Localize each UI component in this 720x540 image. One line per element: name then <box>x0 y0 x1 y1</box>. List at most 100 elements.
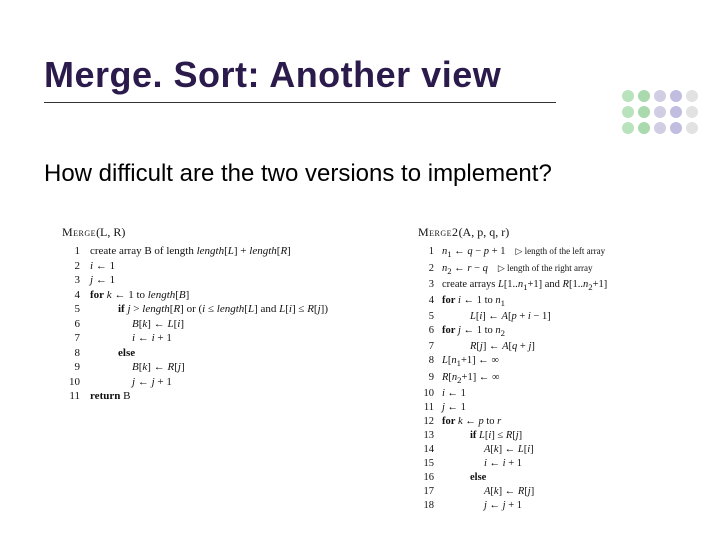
pseudocode-line: 1 create array B of length length[L] + le… <box>62 244 392 259</box>
line-code: i ← 1 <box>442 387 466 401</box>
algorithm-name: Merge <box>62 225 96 239</box>
line-code: create arrays L[1..n1+1] and R[1..n2+1] <box>442 278 607 294</box>
line-number: 17 <box>418 485 434 499</box>
algorithm-merge: Merge(L, R) 1 create array B of length le… <box>62 225 392 404</box>
line-code: for k ← p to r <box>442 415 501 429</box>
pseudocode-line: 5 L[i] ← A[p + i − 1] <box>418 310 708 324</box>
line-number: 12 <box>418 415 434 429</box>
pseudocode-line: 10 i ← 1 <box>418 387 708 401</box>
line-code: B[k] ← L[i] <box>90 317 184 332</box>
line-number: 16 <box>418 471 434 485</box>
line-code: i ← i + 1 <box>442 457 522 471</box>
pseudocode-line: 5 if j > length[R] or (i ≤ length[L] and … <box>62 302 392 317</box>
line-number: 6 <box>62 317 80 332</box>
pseudocode-line: 18 j ← j + 1 <box>418 499 708 513</box>
pseudocode-line: 9 B[k] ← R[j] <box>62 360 392 375</box>
line-code: for i ← 1 to n1 <box>442 294 505 310</box>
line-number: 9 <box>62 360 80 375</box>
line-number: 10 <box>62 375 80 390</box>
pseudocode-line: 8 L[n1+1] ← ∞ <box>418 354 708 370</box>
pseudocode-line: 11 return B <box>62 389 392 404</box>
algorithm-merge2-body: 1n1 ← q − p + 1▷ length of the left arra… <box>418 244 708 513</box>
pseudocode-line: 7 i ← i + 1 <box>62 331 392 346</box>
pseudocode-line: 11 j ← 1 <box>418 401 708 415</box>
line-code: B[k] ← R[j] <box>90 360 185 375</box>
line-number: 11 <box>418 401 434 415</box>
line-number: 13 <box>418 429 434 443</box>
line-number: 7 <box>418 340 434 354</box>
line-code: j ← 1 <box>90 273 115 288</box>
line-code: else <box>442 471 486 485</box>
line-number: 5 <box>62 302 80 317</box>
line-code: A[k] ← R[j] <box>442 485 534 499</box>
line-number: 7 <box>62 331 80 346</box>
line-code: j ← 1 <box>442 401 466 415</box>
line-code: if L[i] ≤ R[j] <box>442 429 522 443</box>
line-number: 5 <box>418 310 434 324</box>
pseudocode-line: 2 n2 ← r − q ▷ length of the right array <box>418 261 708 278</box>
pseudocode-line: 1n1 ← q − p + 1▷ length of the left arra… <box>418 244 708 261</box>
pseudocode-line: 4 for i ← 1 to n1 <box>418 294 708 310</box>
pseudocode-line: 16 else <box>418 471 708 485</box>
pseudocode-line: 14A[k] ← L[i] <box>418 443 708 457</box>
decorative-dots <box>620 88 700 136</box>
pseudocode-line: 6 B[k] ← L[i] <box>62 317 392 332</box>
title-underline <box>44 102 556 103</box>
slide-title: Merge. Sort: Another view <box>44 54 501 96</box>
algorithm-merge2-header: Merge2(A, p, q, r) <box>418 225 708 240</box>
line-number: 8 <box>62 346 80 361</box>
pseudocode-line: 7R[j] ← A[q + j] <box>418 340 708 354</box>
line-number: 1 <box>62 244 80 259</box>
slide-subtitle: How difficult are the two versions to im… <box>44 160 552 188</box>
line-code: if j > length[R] or (i ≤ length[L] and L… <box>90 302 328 317</box>
pseudocode-line: 13 if L[i] ≤ R[j] <box>418 429 708 443</box>
algorithm-merge2: Merge2(A, p, q, r) 1 n1 ← q − p + 1▷ leng… <box>418 225 708 513</box>
algorithm-merge-body: 1 create array B of length length[L] + le… <box>62 244 392 404</box>
line-code: i ← i + 1 <box>90 331 172 346</box>
line-number: 3 <box>62 273 80 288</box>
algorithm-name: Merge2 <box>418 225 459 239</box>
line-number: 4 <box>418 294 434 308</box>
line-code: return B <box>90 389 130 404</box>
line-comment: ▷ length of the right array <box>498 261 593 275</box>
line-number: 1 <box>418 245 434 259</box>
line-number: 10 <box>418 387 434 401</box>
line-number: 6 <box>418 324 434 338</box>
line-code: j ← j + 1 <box>442 499 522 513</box>
pseudocode-line: 12 for k ← p to r <box>418 415 708 429</box>
line-number: 9 <box>418 371 434 385</box>
line-number: 18 <box>418 499 434 513</box>
pseudocode-line: 17 A[k] ← R[j] <box>418 485 708 499</box>
algorithm-args: (A, p, q, r) <box>459 225 510 239</box>
pseudocode-line: 4 for k ← 1 to length[B] <box>62 288 392 303</box>
line-code: i ← 1 <box>90 259 115 274</box>
line-number: 15 <box>418 457 434 471</box>
line-code: R[n2+1] ← ∞ <box>442 371 499 387</box>
line-number: 2 <box>418 262 434 276</box>
pseudocode-line: 3 j ← 1 <box>62 273 392 288</box>
line-code: n1 ← q − p + 1 <box>442 245 505 261</box>
line-code: for k ← 1 to length[B] <box>90 288 189 303</box>
line-number: 3 <box>418 278 434 292</box>
pseudocode-line: 8 else <box>62 346 392 361</box>
pseudocode-line: 15 i ← i + 1 <box>418 457 708 471</box>
line-code: A[k] ← L[i] <box>442 443 534 457</box>
line-code: create array B of length length[L] + len… <box>90 244 291 259</box>
line-code: else <box>90 346 135 361</box>
algorithm-args: (L, R) <box>96 225 125 239</box>
line-number: 11 <box>62 389 80 404</box>
line-number: 4 <box>62 288 80 303</box>
pseudocode-line: 9 R[n2+1] ← ∞ <box>418 371 708 387</box>
pseudocode-line: 6 for j ← 1 to n2 <box>418 324 708 340</box>
pseudocode-line: 2 i ← 1 <box>62 259 392 274</box>
pseudocode-line: 3 create arrays L[1..n1+1] and R[1..n2+1] <box>418 278 708 294</box>
line-number: 8 <box>418 354 434 368</box>
algorithm-merge-header: Merge(L, R) <box>62 225 392 240</box>
pseudocode-line: 10 j ← j + 1 <box>62 375 392 390</box>
line-code: n2 ← r − q <box>442 262 488 278</box>
line-code: L[n1+1] ← ∞ <box>442 354 499 370</box>
line-code: for j ← 1 to n2 <box>442 324 505 340</box>
line-code: L[i] ← A[p + i − 1] <box>442 310 551 324</box>
line-number: 2 <box>62 259 80 274</box>
line-code: j ← j + 1 <box>90 375 172 390</box>
